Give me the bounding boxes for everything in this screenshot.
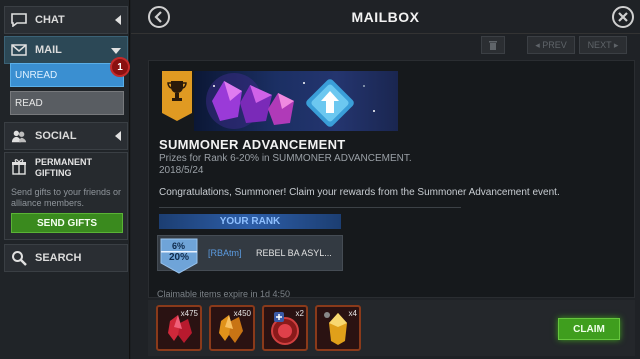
unread-count-badge: 1	[110, 57, 130, 77]
item-quantity: x450	[233, 309, 251, 318]
close-icon	[618, 12, 628, 22]
item-quantity: x475	[180, 309, 198, 318]
message-panel: SUMMONER ADVANCEMENT Prizes for Rank 6-2…	[148, 60, 635, 298]
expire-text: Claimable items expire in 1d 4:50	[157, 289, 291, 299]
reward-item[interactable]: x475	[156, 305, 202, 351]
page-title: MAILBOX	[351, 9, 420, 25]
your-rank-banner: YOUR RANK	[159, 214, 341, 229]
rank-high: 20%	[169, 252, 190, 263]
claim-button[interactable]: CLAIM	[558, 318, 620, 340]
header-bar: MAILBOX	[131, 0, 640, 34]
close-button[interactable]	[612, 6, 634, 28]
prev-button[interactable]: ◂ PREV	[527, 36, 575, 54]
gifting-panel: PERMANENT GIFTING Send gifts to your fri…	[4, 152, 128, 240]
toolbar: ◂ PREV NEXT ▸	[131, 34, 640, 56]
rank-low: 6%	[172, 241, 186, 251]
sidebar-item-label: SOCIAL	[35, 130, 77, 142]
crystals-icon	[206, 73, 375, 129]
sidebar-item-label: MAIL	[35, 44, 62, 56]
trash-icon	[489, 41, 497, 50]
chat-icon	[11, 12, 27, 28]
trophy-flag-icon	[162, 71, 192, 121]
reward-item[interactable]: x2	[262, 305, 308, 351]
divider	[159, 207, 461, 208]
app-root: CHAT MAIL UNREAD 1 READ SOCIAL PERMANENT…	[0, 0, 640, 359]
envelope-icon	[11, 42, 27, 58]
event-banner	[194, 71, 398, 131]
gifting-title: PERMANENT GIFTING	[35, 157, 93, 178]
read-button[interactable]: READ	[10, 91, 124, 115]
gifting-description: Send gifts to your friends or alliance m…	[11, 187, 122, 208]
gift-icon	[11, 157, 27, 180]
people-icon	[11, 128, 27, 144]
message-date: 2018/5/24	[159, 165, 204, 176]
search-icon	[11, 250, 27, 266]
unread-label: UNREAD	[15, 69, 58, 81]
alliance-tag: [RBAtm]	[208, 248, 242, 258]
player-name: REBEL BA ASYL...	[256, 248, 332, 258]
message-subtitle: Prizes for Rank 6-20% in SUMMONER ADVANC…	[159, 153, 412, 164]
mailbox-main: MAILBOX ◂ PREV NEXT ▸ SUMMONER ADVANCEME…	[131, 0, 640, 359]
rank-row: 6% 20% [RBAtm] REBEL BA ASYL...	[157, 235, 343, 274]
reward-item[interactable]: x4	[315, 305, 361, 351]
reward-item[interactable]: x450	[209, 305, 255, 351]
sidebar-item-search[interactable]: SEARCH	[4, 244, 128, 272]
sidebar-item-social[interactable]: SOCIAL	[4, 122, 128, 150]
next-button[interactable]: NEXT ▸	[579, 36, 627, 54]
chevron-left-icon	[115, 131, 121, 141]
chevron-down-icon	[111, 48, 121, 54]
chevron-left-icon	[115, 15, 121, 25]
gifting-header: PERMANENT GIFTING	[11, 157, 127, 180]
sidebar: CHAT MAIL UNREAD 1 READ SOCIAL PERMANENT…	[0, 0, 130, 359]
message-body: Congratulations, Summoner! Claim your re…	[159, 187, 560, 198]
item-quantity: x4	[348, 309, 357, 318]
rewards-bar: x475 x450 x2 x4 CLAIM	[148, 300, 635, 356]
sidebar-item-label: SEARCH	[35, 252, 82, 264]
sidebar-item-chat[interactable]: CHAT	[4, 6, 128, 34]
delete-button[interactable]	[481, 36, 505, 54]
sidebar-item-label: CHAT	[35, 14, 65, 26]
item-quantity: x2	[295, 309, 304, 318]
send-gifts-button[interactable]: SEND GIFTS	[11, 213, 123, 233]
read-label: READ	[15, 97, 43, 109]
sidebar-item-mail[interactable]: MAIL	[4, 36, 128, 64]
message-title: SUMMONER ADVANCEMENT	[159, 137, 346, 152]
unread-button[interactable]: UNREAD	[10, 63, 124, 87]
